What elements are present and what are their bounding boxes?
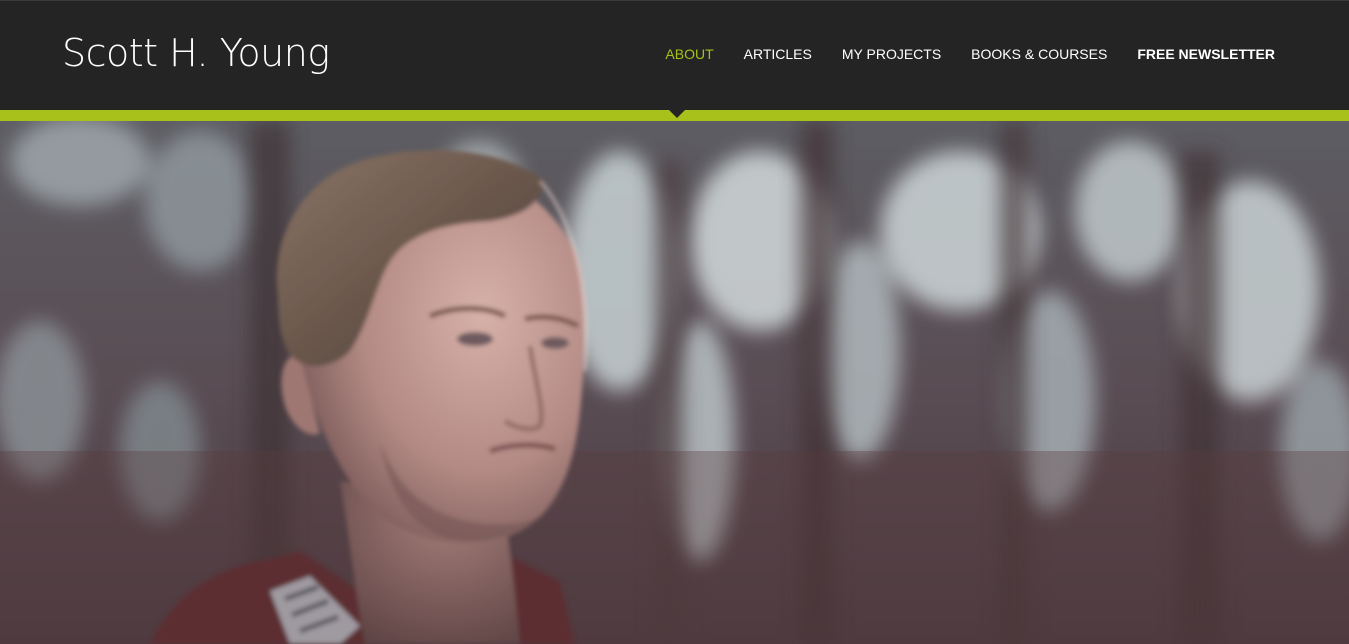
page: Scott H. Young ABOUT ARTICLES MY PROJECT… (0, 0, 1349, 644)
main-nav: ABOUT ARTICLES MY PROJECTS BOOKS & COURS… (665, 45, 1275, 63)
site-logo[interactable]: Scott H. Young (62, 31, 330, 75)
hero-image (0, 121, 1349, 644)
nav-item-free-newsletter[interactable]: FREE NEWSLETTER (1137, 45, 1275, 63)
nav-item-my-projects[interactable]: MY PROJECTS (842, 45, 941, 63)
nav-item-articles[interactable]: ARTICLES (744, 45, 812, 63)
nav-item-books-courses[interactable]: BOOKS & COURSES (971, 45, 1107, 63)
hero-photo (0, 121, 1349, 644)
site-header: Scott H. Young ABOUT ARTICLES MY PROJECT… (0, 0, 1349, 110)
active-indicator-notch (669, 110, 685, 118)
nav-item-about[interactable]: ABOUT (665, 45, 713, 63)
